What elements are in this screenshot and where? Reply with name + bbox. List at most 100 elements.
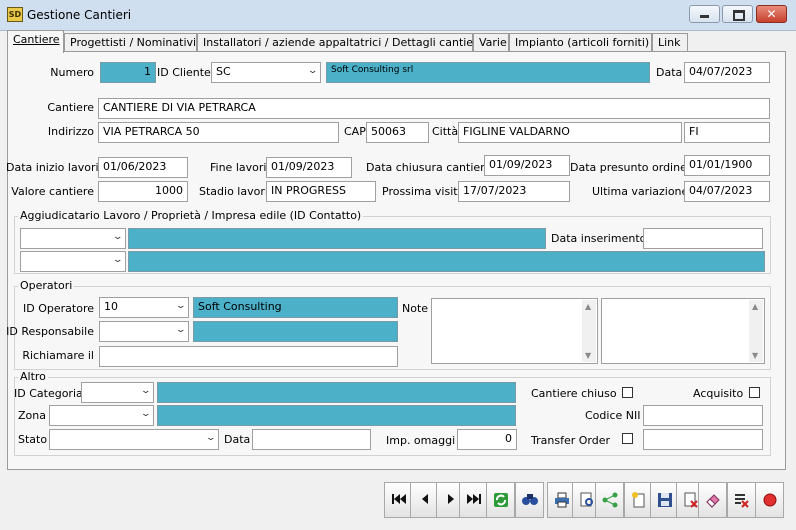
aggiudicatario-name-2[interactable] [128,251,765,272]
prev-record-button[interactable] [410,482,439,518]
scroll-up-icon[interactable]: ▲ [752,302,758,311]
citta-label: Città [432,125,459,138]
cantiere-label: Cantiere [47,101,94,114]
note-label: Note [402,302,429,315]
cap-field[interactable]: 50063 [366,122,429,143]
codice-nii-label: Codice NII [585,409,641,422]
maximize-icon [733,10,745,21]
prossima-visita-field[interactable]: 17/07/2023 [458,181,570,202]
id-operatore-value: 10 [104,300,118,313]
id-responsabile-combo[interactable]: ⌄ [99,321,189,342]
note-textarea[interactable]: ▲ ▼ [431,298,598,364]
id-cliente-combo[interactable]: SC ⌄ [211,62,321,83]
zona-name-field[interactable] [157,405,516,426]
data-altro-field[interactable] [252,429,371,450]
valore-field[interactable]: 1000 [98,181,188,202]
operatore-name-field[interactable]: Soft Consulting [193,297,398,318]
id-cliente-label: ID Cliente [157,66,211,79]
window-title: Gestione Cantieri [27,8,132,22]
tab-cantiere[interactable]: Cantiere [7,30,64,53]
new-record-icon [631,492,644,508]
cantiere-chiuso-label: Cantiere chiuso [531,387,617,400]
cantiere-field[interactable]: CANTIERE DI VIA PETRARCA [98,98,770,119]
indirizzo-label: Indirizzo [47,125,94,138]
tab-link[interactable]: Link [652,33,688,51]
data-inizio-label: Data inizio lavori [6,161,99,174]
close-button[interactable]: ✕ [756,5,787,23]
refresh-icon [493,493,508,507]
eraser-icon [705,494,720,508]
data-inizio-field[interactable]: 01/06/2023 [98,157,188,178]
chevron-down-icon: ⌄ [112,255,124,265]
id-responsabile-label: ID Responsabile [6,325,94,338]
first-record-button[interactable] [384,482,413,518]
indirizzo-field[interactable]: VIA PETRARCA 50 [98,122,339,143]
cantiere-chiuso-checkbox[interactable] [622,387,633,398]
cliente-name-field[interactable]: Soft Consulting srl [326,62,650,83]
zona-combo[interactable]: ⌄ [49,405,154,426]
transfer-order-checkbox[interactable] [622,433,633,444]
tab-progettisti[interactable]: Progettisti / Nominativi [64,33,197,51]
aggiudicatario-name-1[interactable] [128,228,546,249]
data-field[interactable]: 04/07/2023 [684,62,770,83]
find-button[interactable] [515,482,544,518]
eraser-button[interactable] [698,482,727,518]
id-categoria-label: ID Categoria [14,387,83,400]
chevron-down-icon: ⌄ [140,386,152,396]
categoria-name-field[interactable] [157,382,516,403]
new-record-button[interactable] [624,482,653,518]
delete-icon [684,492,698,508]
aggiudicatario-combo-1[interactable]: ⌄ [20,228,126,249]
data-presunto-field[interactable]: 01/01/1900 [684,155,770,176]
data-altro-label: Data [224,433,251,446]
data-chiusura-field[interactable]: 01/09/2023 [484,155,570,176]
tab-impianto[interactable]: Impianto (articoli forniti) [509,33,652,51]
tab-installatori[interactable]: Installatori / aziende appaltatrici / De… [197,33,484,51]
transfer-order-field[interactable] [643,429,763,450]
stop-button[interactable] [755,482,784,518]
imp-omaggi-field[interactable]: 0 [457,429,517,450]
provincia-field[interactable]: FI [684,122,770,143]
share-button[interactable] [595,482,624,518]
minimize-button[interactable] [689,5,720,23]
note-extra-textarea[interactable]: ▲ ▼ [601,298,765,364]
maximize-button[interactable] [722,5,753,23]
save-icon [657,493,672,507]
altro-title: Altro [18,370,48,383]
last-record-button[interactable] [459,482,488,518]
chevron-down-icon: ⌄ [175,301,187,311]
note-scrollbar[interactable]: ▲ ▼ [582,300,596,362]
fine-lavori-label: Fine lavori [210,161,267,174]
last-record-icon [466,494,481,504]
ultima-variazione-field[interactable]: 04/07/2023 [684,181,770,202]
codice-nii-field[interactable] [643,405,763,426]
zona-label: Zona [18,409,46,422]
responsabile-name-field[interactable] [193,321,398,342]
tab-varie[interactable]: Varie [473,33,509,51]
numero-field[interactable]: 1 [100,62,156,83]
minimize-icon [700,15,709,18]
richiamare-field[interactable] [99,346,398,367]
cancel-button[interactable] [727,482,756,518]
citta-field[interactable]: FIGLINE VALDARNO [458,122,682,143]
refresh-button[interactable] [486,482,515,518]
chevron-down-icon: ⌄ [112,232,124,242]
stato-label: Stato [18,433,48,446]
id-operatore-combo[interactable]: 10 ⌄ [99,297,189,318]
data-inserimento-field[interactable] [643,228,763,249]
id-categoria-combo[interactable]: ⌄ [81,382,154,403]
app-icon: SD [7,7,23,22]
aggiudicatario-combo-2[interactable]: ⌄ [20,251,126,272]
note-extra-scrollbar[interactable]: ▲ ▼ [749,300,763,362]
stadio-field[interactable]: IN PROGRESS [266,181,376,202]
stato-combo[interactable]: ⌄ [49,429,219,450]
save-button[interactable] [650,482,679,518]
numero-label: Numero [50,66,94,79]
share-icon [602,492,617,508]
scroll-down-icon[interactable]: ▼ [585,351,591,360]
fine-lavori-field[interactable]: 01/09/2023 [266,157,352,178]
acquisito-checkbox[interactable] [749,387,760,398]
scroll-down-icon[interactable]: ▼ [752,351,758,360]
scroll-up-icon[interactable]: ▲ [585,302,591,311]
stop-icon [763,493,776,507]
